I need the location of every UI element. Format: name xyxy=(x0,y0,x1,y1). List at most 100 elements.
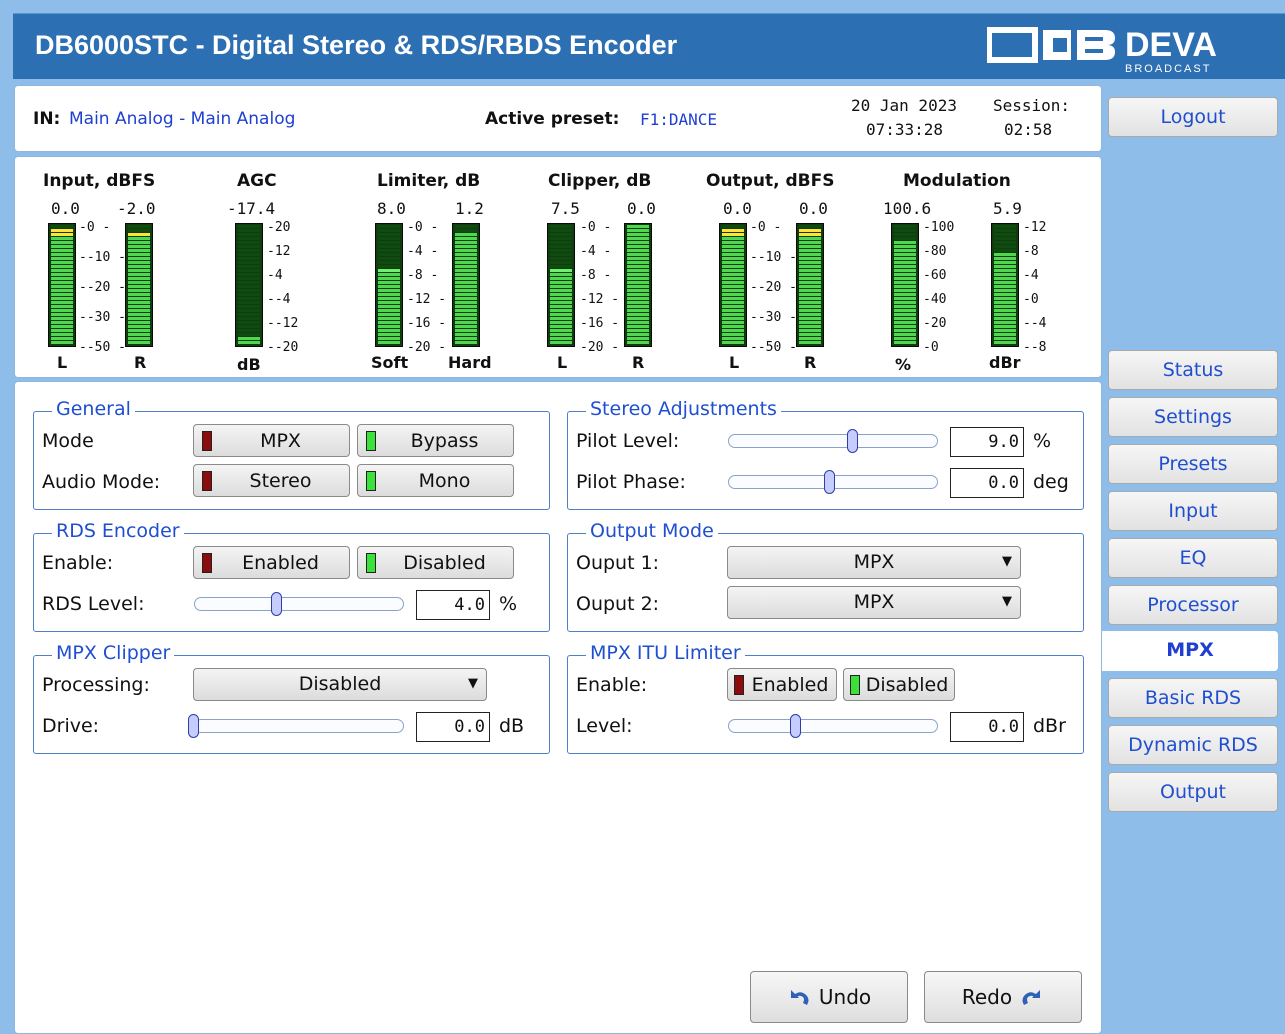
meter-segment xyxy=(378,233,400,236)
scale-tick-label: --10 - xyxy=(79,250,126,265)
page-title: DB6000STC - Digital Stereo & RDS/RBDS En… xyxy=(35,30,678,60)
meter-segment xyxy=(238,225,260,228)
redo-button[interactable]: Redo xyxy=(924,971,1082,1023)
scale-tick-label: --20 xyxy=(267,340,299,355)
meter-segment xyxy=(455,241,477,244)
modulation-meter-title: Modulation xyxy=(903,171,1011,191)
meter-segment xyxy=(550,301,572,304)
limiter-soft-value: 8.0 xyxy=(377,199,406,218)
rds-level-slider[interactable] xyxy=(194,597,404,611)
meter-segment xyxy=(455,329,477,332)
clipper-left-value: 7.5 xyxy=(551,199,580,218)
meter-segment xyxy=(550,273,572,276)
meter-segment xyxy=(627,325,649,328)
meter-segment xyxy=(550,289,572,292)
meter-segment xyxy=(994,241,1016,244)
meter-segment xyxy=(799,297,821,300)
meter-segment xyxy=(722,257,744,260)
output1-select[interactable]: MPX ▼ xyxy=(727,546,1021,579)
meter-segment xyxy=(550,237,572,240)
led-indicator-icon xyxy=(202,552,212,573)
scale-tick-label: --30 - xyxy=(79,310,126,325)
audio-stereo-button[interactable]: Stereo xyxy=(193,464,350,497)
output2-selected-value: MPX xyxy=(853,591,895,613)
meter-segment xyxy=(378,229,400,232)
meter-segment xyxy=(455,237,477,240)
meter-segment xyxy=(894,261,916,264)
meter-segment xyxy=(128,289,150,292)
itu-enabled-button[interactable]: Enabled xyxy=(727,668,837,701)
itu-level-slider[interactable] xyxy=(728,719,938,733)
meter-segment xyxy=(51,237,73,240)
undo-button[interactable]: Undo xyxy=(750,971,908,1023)
rds-level-input[interactable]: 4.0 xyxy=(416,590,490,620)
meter-segment xyxy=(799,269,821,272)
scale-tick-label: -4 xyxy=(1023,268,1039,283)
meter-segment xyxy=(128,261,150,264)
itu-level-slider-handle[interactable] xyxy=(790,714,801,738)
output2-select[interactable]: MPX ▼ xyxy=(727,586,1021,619)
nav-dynamic-rds[interactable]: Dynamic RDS xyxy=(1108,725,1278,765)
nav-processor[interactable]: Processor xyxy=(1108,585,1278,625)
meter-segment xyxy=(51,273,73,276)
itu-level-input[interactable]: 0.0 xyxy=(950,712,1024,742)
scale-tick-label: -12 xyxy=(267,244,291,259)
nav-presets[interactable]: Presets xyxy=(1108,444,1278,484)
meter-segment xyxy=(128,241,150,244)
scale-tick-label: --50 - xyxy=(79,340,126,355)
meter-segment xyxy=(128,329,150,332)
meter-segment xyxy=(894,309,916,312)
pilot-level-input[interactable]: 9.0 xyxy=(950,427,1024,457)
rds-encoder-group: RDS Encoder Enable: Enabled Disabled RDS… xyxy=(33,520,550,632)
general-legend: General xyxy=(52,398,135,420)
meter-segment xyxy=(722,313,744,316)
pilot-phase-input[interactable]: 0.0 xyxy=(950,468,1024,498)
nav-input[interactable]: Input xyxy=(1108,491,1278,531)
nav-basic-rds[interactable]: Basic RDS xyxy=(1108,678,1278,718)
logo-subtext: BROADCAST xyxy=(1125,63,1211,74)
meter-segment xyxy=(722,309,744,312)
mode-bypass-button[interactable]: Bypass xyxy=(357,424,514,457)
meter-segment xyxy=(799,253,821,256)
meter-segment xyxy=(51,317,73,320)
pilot-level-slider-handle[interactable] xyxy=(847,429,858,453)
meter-segment xyxy=(378,313,400,316)
nav-eq[interactable]: EQ xyxy=(1108,538,1278,578)
nav-status[interactable]: Status xyxy=(1108,350,1278,390)
meter-segment xyxy=(799,325,821,328)
meter-segment xyxy=(238,245,260,248)
meters-panel: Input, dBFS 0.0 -2.0 -0 - --10 - --20 - --3… xyxy=(14,156,1102,378)
meter-segment xyxy=(627,309,649,312)
meter-segment xyxy=(378,321,400,324)
scale-tick-label: -0 - xyxy=(79,220,111,235)
audio-mono-button[interactable]: Mono xyxy=(357,464,514,497)
meter-segment xyxy=(894,265,916,268)
processing-select[interactable]: Disabled ▼ xyxy=(193,668,487,701)
rds-disabled-button[interactable]: Disabled xyxy=(357,546,514,579)
nav-settings[interactable]: Settings xyxy=(1108,397,1278,437)
meter-segment xyxy=(51,229,73,232)
meter-segment xyxy=(455,233,477,236)
mode-mpx-button[interactable]: MPX xyxy=(193,424,350,457)
logout-button[interactable]: Logout xyxy=(1108,97,1278,137)
meter-segment xyxy=(994,305,1016,308)
drive-input[interactable]: 0.0 xyxy=(416,712,490,742)
nav-mpx[interactable]: MPX xyxy=(1102,631,1278,671)
drive-slider[interactable] xyxy=(194,719,404,733)
meter-segment xyxy=(455,337,477,340)
nav-output[interactable]: Output xyxy=(1108,772,1278,812)
meter-segment xyxy=(128,257,150,260)
meter-segment xyxy=(627,229,649,232)
agc-bar xyxy=(235,223,263,347)
pilot-level-slider[interactable] xyxy=(728,434,938,448)
rds-enabled-button[interactable]: Enabled xyxy=(193,546,350,579)
meter-segment xyxy=(378,289,400,292)
drive-slider-handle[interactable] xyxy=(188,714,199,738)
scale-tick-label: -4 - xyxy=(580,244,612,259)
meter-segment xyxy=(128,309,150,312)
itu-disabled-button[interactable]: Disabled xyxy=(843,668,955,701)
led-indicator-icon xyxy=(202,470,212,491)
pilot-phase-slider-handle[interactable] xyxy=(824,470,835,494)
meter-segment xyxy=(994,277,1016,280)
rds-level-slider-handle[interactable] xyxy=(271,592,282,616)
